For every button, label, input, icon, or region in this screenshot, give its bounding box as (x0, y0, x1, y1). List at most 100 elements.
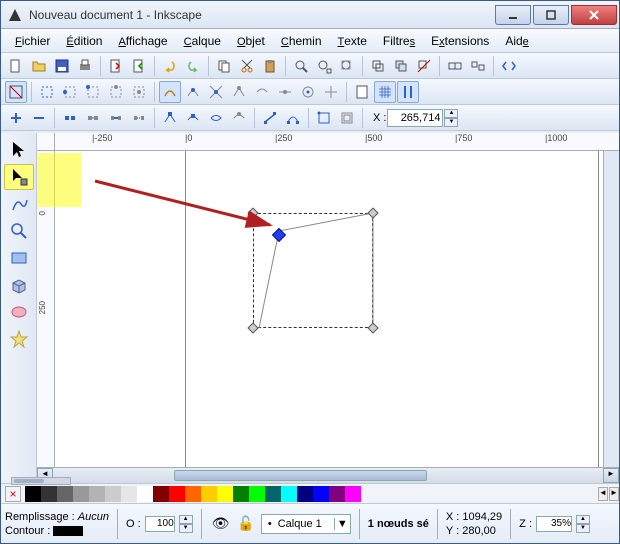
palette-swatch[interactable] (25, 486, 41, 502)
scroll-right-button[interactable]: ► (603, 468, 619, 483)
selector-tool[interactable] (4, 137, 34, 163)
join-node-button[interactable] (82, 107, 104, 129)
node-auto-button[interactable] (228, 107, 250, 129)
clone-button[interactable] (390, 55, 412, 77)
xml-editor-button[interactable] (498, 55, 520, 77)
zoom-input[interactable] (536, 516, 572, 532)
ungroup-button[interactable] (467, 55, 489, 77)
delete-node-button[interactable] (28, 107, 50, 129)
scrollbar-horizontal[interactable]: ◄ ► (37, 467, 619, 483)
new-file-button[interactable] (5, 55, 27, 77)
snap-guide-icon[interactable] (397, 81, 419, 103)
scrollbar-vertical[interactable] (603, 151, 619, 467)
palette-swatch[interactable] (281, 486, 297, 502)
star-tool[interactable] (4, 326, 34, 352)
layer-visibility-icon[interactable]: 👁 (212, 515, 230, 532)
snap-page-icon[interactable] (351, 81, 373, 103)
palette-swatch[interactable] (137, 486, 153, 502)
menu-aide[interactable]: Aide (497, 32, 536, 50)
object-to-path-button[interactable] (313, 107, 335, 129)
palette-swatch[interactable] (345, 486, 361, 502)
minimize-button[interactable] (495, 5, 531, 25)
snap-enable-button[interactable] (5, 81, 27, 103)
snap-rotation-icon[interactable] (320, 81, 342, 103)
palette-swatch[interactable] (105, 486, 121, 502)
x-coord-input[interactable] (387, 109, 443, 127)
palette-none[interactable]: × (5, 486, 21, 502)
print-button[interactable] (74, 55, 96, 77)
zoom-page-button[interactable] (336, 55, 358, 77)
stroke-to-path-button[interactable] (336, 107, 358, 129)
palette-scrollbar-small[interactable] (11, 477, 71, 485)
scroll-thumb[interactable] (174, 470, 427, 481)
palette-swatch[interactable] (329, 486, 345, 502)
break-node-button[interactable] (59, 107, 81, 129)
node-tool[interactable] (4, 164, 34, 190)
tweak-tool[interactable] (4, 191, 34, 217)
menu-texte[interactable]: Texte (330, 32, 375, 50)
snap-bbox-corner-icon[interactable] (82, 81, 104, 103)
ruler-horizontal[interactable]: |-250 |0 |250 |500 |750 |1000 (37, 133, 619, 151)
palette-swatch[interactable] (217, 486, 233, 502)
palette-swatch[interactable] (57, 486, 73, 502)
layer-selector[interactable]: •Calque 1 ▼ (261, 514, 351, 534)
node-smooth-button[interactable] (182, 107, 204, 129)
snap-cusp-icon[interactable] (228, 81, 250, 103)
menu-affichage[interactable]: Affichage (110, 32, 175, 50)
palette-swatch[interactable] (169, 486, 185, 502)
node-symmetric-button[interactable] (205, 107, 227, 129)
close-button[interactable] (571, 5, 617, 25)
palette-swatch[interactable] (313, 486, 329, 502)
unlink-clone-button[interactable] (413, 55, 435, 77)
palette-swatch[interactable] (73, 486, 89, 502)
copy-button[interactable] (213, 55, 235, 77)
palette-swatch[interactable] (89, 486, 105, 502)
export-button[interactable] (128, 55, 150, 77)
opacity-spinner[interactable]: ▲▼ (179, 515, 193, 533)
node-cusp-button[interactable] (159, 107, 181, 129)
zoom-draw-button[interactable] (313, 55, 335, 77)
palette-swatch[interactable] (233, 486, 249, 502)
menu-fichier[interactable]: Fichier (7, 32, 58, 50)
snap-center-icon[interactable] (297, 81, 319, 103)
snap-smooth-icon[interactable] (251, 81, 273, 103)
cut-button[interactable] (236, 55, 258, 77)
menu-edition[interactable]: Édition (58, 32, 110, 50)
duplicate-button[interactable] (367, 55, 389, 77)
import-button[interactable] (105, 55, 127, 77)
zoom-fit-button[interactable] (290, 55, 312, 77)
undo-button[interactable] (159, 55, 181, 77)
delete-segment-button[interactable] (128, 107, 150, 129)
ellipse-tool[interactable] (4, 299, 34, 325)
palette-swatch[interactable] (41, 486, 57, 502)
redo-button[interactable] (182, 55, 204, 77)
palette-swatch[interactable] (265, 486, 281, 502)
open-file-button[interactable] (28, 55, 50, 77)
snap-path-icon[interactable] (182, 81, 204, 103)
save-button[interactable] (51, 55, 73, 77)
opacity-input[interactable] (145, 516, 175, 532)
zoom-spinner[interactable]: ▲▼ (576, 515, 590, 533)
rectangle-tool[interactable] (4, 245, 34, 271)
canvas[interactable] (55, 151, 619, 467)
insert-node-button[interactable] (5, 107, 27, 129)
menu-filtres[interactable]: Filtres (375, 32, 423, 50)
fill-stroke-indicator[interactable]: Remplissage : Aucun Contour : (5, 510, 109, 538)
menu-calque[interactable]: Calque (176, 32, 229, 50)
palette-swatch[interactable] (201, 486, 217, 502)
maximize-button[interactable] (533, 5, 569, 25)
segment-curve-button[interactable] (282, 107, 304, 129)
palette-swatch[interactable] (185, 486, 201, 502)
palette-scroll[interactable]: ◄► (598, 487, 619, 501)
snap-grid-icon[interactable] (374, 81, 396, 103)
paste-button[interactable] (259, 55, 281, 77)
snap-bbox-center-icon[interactable] (128, 81, 150, 103)
x-coord-spinner[interactable]: ▲▼ (444, 109, 458, 127)
menu-extensions[interactable]: Extensions (423, 32, 497, 50)
snap-bbox-icon[interactable] (36, 81, 58, 103)
zoom-tool[interactable] (4, 218, 34, 244)
menu-chemin[interactable]: Chemin (273, 32, 330, 50)
snap-nodes-icon[interactable] (159, 81, 181, 103)
join-segment-button[interactable] (105, 107, 127, 129)
snap-midpoint-icon[interactable] (274, 81, 296, 103)
